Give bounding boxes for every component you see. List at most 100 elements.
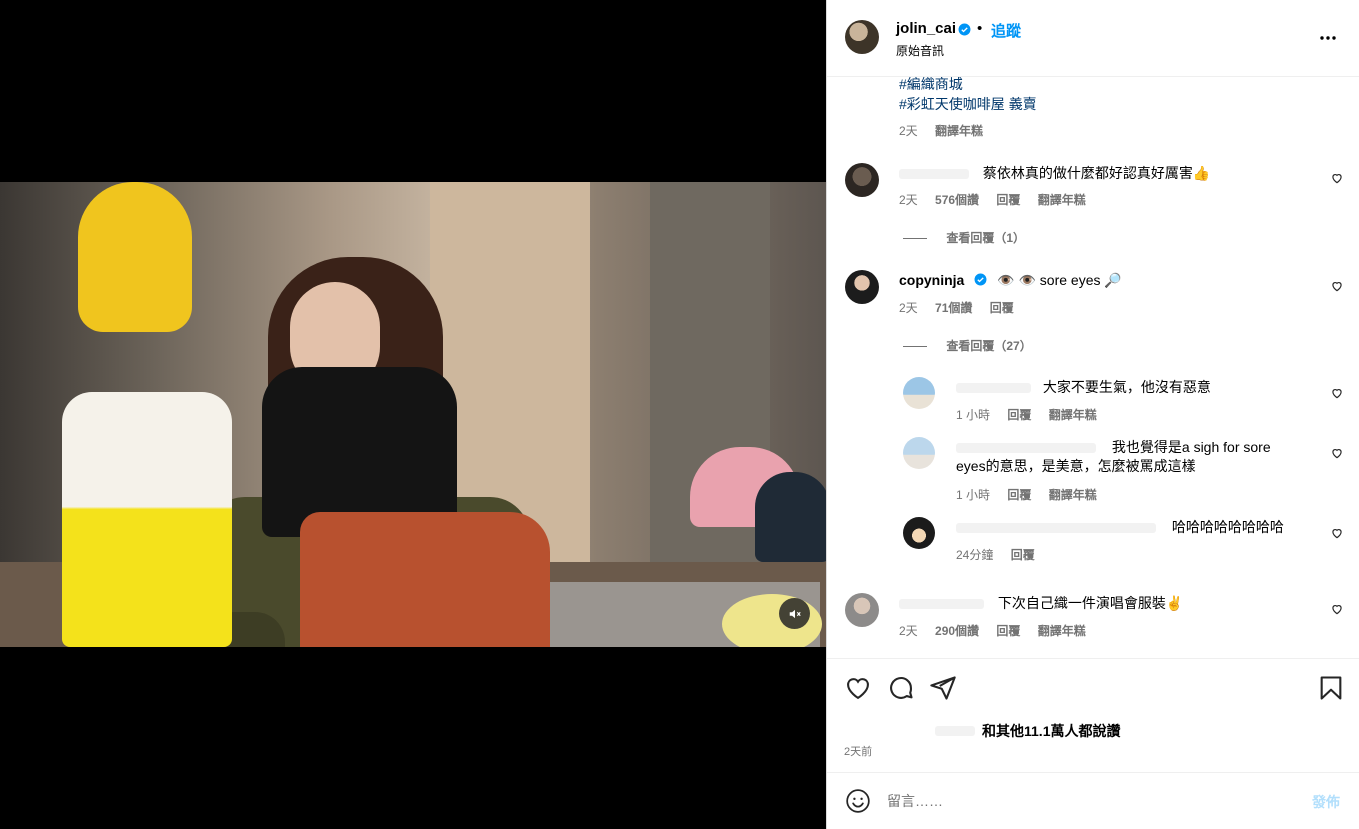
comment-icon[interactable] <box>887 674 915 702</box>
heart-icon[interactable] <box>844 674 872 702</box>
reply-meta: 1 小時 回覆 翻譯年糕 <box>956 486 1111 503</box>
comment-composer: 發佈 <box>827 772 1359 829</box>
posted-time[interactable]: 2天前 <box>844 743 872 759</box>
comment-likes[interactable]: 290個讚 <box>935 624 979 638</box>
caption-hashtag[interactable]: #編織商城 <box>899 77 963 94</box>
follow-button[interactable]: 追蹤 <box>991 20 1021 41</box>
heart-icon[interactable] <box>1330 602 1344 616</box>
translate-button[interactable]: 翻譯年糕 <box>1049 488 1097 502</box>
blurred-username <box>899 169 969 180</box>
view-replies-button[interactable]: 查看回覆（1） <box>903 229 1025 246</box>
video-scene-person-pants <box>300 512 550 647</box>
comment-body: 下次自己織一件演唱會服裝✌️ <box>899 594 1183 613</box>
video-scene-yellow-hat <box>78 182 192 332</box>
heart-icon[interactable] <box>1330 446 1344 460</box>
caption-time: 2天 <box>899 124 918 138</box>
post-header: jolin_cai • 追蹤 原始音訊 <box>827 0 1359 77</box>
reply-button[interactable]: 回覆 <box>996 624 1020 638</box>
reply-avatar[interactable] <box>903 517 935 549</box>
comment-likes[interactable]: 576個讚 <box>935 193 979 207</box>
view-replies-button[interactable]: 查看回覆（27） <box>903 337 1032 354</box>
heart-icon[interactable] <box>1330 279 1344 293</box>
caption-hashtag: #彩虹天使咖啡屋 義賣 <box>899 94 1037 114</box>
comment-text: 下次自己織一件演唱會服裝✌️ <box>997 595 1184 611</box>
translate-button[interactable]: 翻譯年糕 <box>1049 408 1097 422</box>
comment-meta: 2天 71個讚 回覆 <box>899 299 1028 316</box>
reply-time: 24分鐘 <box>956 548 994 562</box>
translate-button[interactable]: 翻譯年糕 <box>1038 193 1086 207</box>
heart-icon[interactable] <box>1330 171 1344 185</box>
comment-text: 蔡依林真的做什麼都好認真好厲害👍 <box>982 165 1211 181</box>
replies-divider <box>903 238 927 240</box>
commenter-avatar[interactable] <box>845 163 879 197</box>
view-replies-label: 查看回覆（1） <box>946 231 1026 245</box>
reply-meta: 1 小時 回覆 翻譯年糕 <box>956 406 1111 423</box>
comment-time: 2天 <box>899 301 918 315</box>
caption-meta: 2天 翻譯年糕 <box>899 122 997 139</box>
author-avatar[interactable] <box>845 20 879 54</box>
paper-plane-icon[interactable] <box>929 674 957 702</box>
video-scene-navy-hat <box>755 472 826 562</box>
replies-divider <box>903 346 927 348</box>
post-video[interactable] <box>0 182 826 647</box>
heart-icon[interactable] <box>1330 386 1344 400</box>
reply-text: 大家不要生氣，他沒有惡意 <box>1042 379 1211 395</box>
verified-icon <box>974 273 987 286</box>
reply-avatar[interactable] <box>903 437 935 469</box>
post-media <box>0 0 826 829</box>
bookmark-icon[interactable] <box>1317 674 1345 702</box>
view-replies-label: 查看回覆（27） <box>946 339 1032 353</box>
comments-feed[interactable]: #編織商城 #彩虹天使咖啡屋 義賣 2天 翻譯年糕 蔡依林真的做什麼都好認真好厲… <box>827 77 1359 658</box>
ellipsis-icon[interactable] <box>1314 28 1342 48</box>
reply-text: 我也覺得是a sigh for sore <box>1111 439 1271 455</box>
author-username[interactable]: jolin_cai <box>896 20 956 37</box>
reply-button[interactable]: 回覆 <box>1011 548 1035 562</box>
reply-body: 哈哈哈哈哈哈哈哈 <box>956 518 1284 537</box>
reply-avatar[interactable] <box>903 377 935 409</box>
verified-icon <box>958 23 971 36</box>
comment-time: 2天 <box>899 193 918 207</box>
comment-text: 👁️ 👁️ sore eyes 🔎 <box>997 272 1122 288</box>
blurred-username <box>956 523 1156 534</box>
caption-hashtag-link[interactable]: #彩虹天使咖啡屋 <box>899 96 1005 112</box>
likes-summary[interactable]: 和其他11.1萬人都說讚 <box>982 721 1120 741</box>
reply-button[interactable]: 回覆 <box>990 301 1014 315</box>
comment-meta: 2天 576個讚 回覆 翻譯年糕 <box>899 191 1100 208</box>
post-action-bar <box>827 658 1359 714</box>
post-comment-button[interactable]: 發佈 <box>1312 792 1340 812</box>
reply-body: 大家不要生氣，他沒有惡意 <box>956 378 1211 397</box>
reply-body: 我也覺得是a sigh for sore eyes的意思，是美意，怎麼被罵成這樣 <box>956 438 1316 476</box>
comment-meta: 2天 290個讚 回覆 翻譯年糕 <box>899 622 1100 639</box>
comment-time: 2天 <box>899 624 918 638</box>
reply-text: 哈哈哈哈哈哈哈哈 <box>1171 519 1284 535</box>
blurred-username <box>899 599 984 610</box>
audio-label[interactable]: 原始音訊 <box>896 42 944 59</box>
reply-text-continued: eyes的意思，是美意，怎麼被罵成這樣 <box>956 458 1196 474</box>
reply-button[interactable]: 回覆 <box>1007 408 1031 422</box>
verified-badge <box>958 22 971 40</box>
comment-input[interactable] <box>887 790 1287 812</box>
reply-button[interactable]: 回覆 <box>996 193 1020 207</box>
mute-button[interactable] <box>779 598 810 629</box>
emoji-icon[interactable] <box>845 788 871 814</box>
comment-likes[interactable]: 71個讚 <box>935 301 972 315</box>
reply-button[interactable]: 回覆 <box>1007 488 1031 502</box>
commenter-avatar[interactable] <box>845 270 879 304</box>
caption-text: 義賣 <box>1008 96 1037 112</box>
video-scene-knitted-bag <box>62 392 232 647</box>
speaker-muted-icon <box>789 609 801 618</box>
reply-time: 1 小時 <box>956 408 991 422</box>
post-side-panel: jolin_cai • 追蹤 原始音訊 #編織商城 #彩虹天使咖啡屋 義賣 2天… <box>826 0 1359 829</box>
comment-body: 蔡依林真的做什麼都好認真好厲害👍 <box>899 164 1210 183</box>
commenter-avatar[interactable] <box>845 593 879 627</box>
comment-username[interactable]: copyninja <box>899 272 964 288</box>
translate-button[interactable]: 翻譯年糕 <box>935 124 983 138</box>
heart-icon[interactable] <box>1330 526 1344 540</box>
blurred-username <box>956 443 1096 454</box>
reply-meta: 24分鐘 回覆 <box>956 546 1049 563</box>
translate-button[interactable]: 翻譯年糕 <box>1038 624 1086 638</box>
blurred-username <box>956 383 1031 394</box>
reply-time: 1 小時 <box>956 488 991 502</box>
header-separator: • <box>977 20 983 37</box>
blurred-liker-name <box>935 726 975 736</box>
